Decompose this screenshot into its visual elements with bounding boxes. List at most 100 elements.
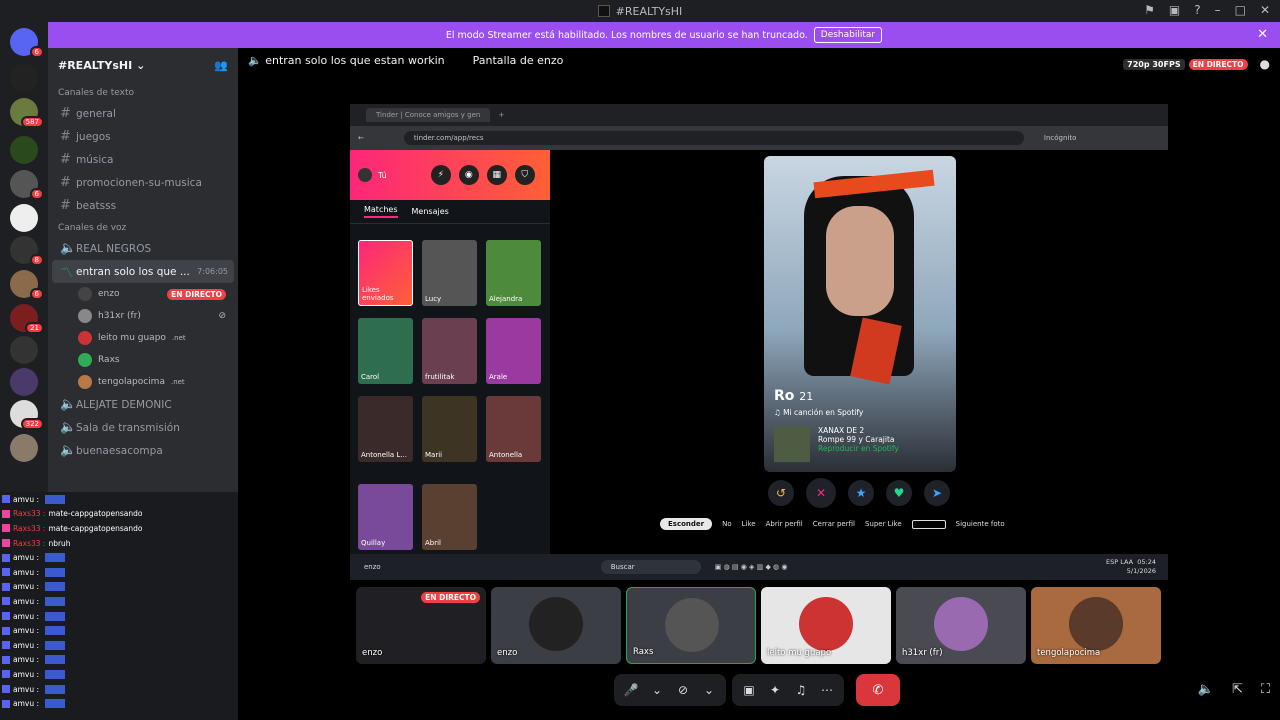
server-icon[interactable]: 6 xyxy=(10,170,44,200)
participant-tile[interactable]: enzo xyxy=(491,587,621,664)
voice-active-icon: 〽 xyxy=(60,266,74,281)
platform-icon xyxy=(2,524,10,533)
volume-icon[interactable]: 🔈 xyxy=(1198,682,1214,697)
voice-channel-alejate[interactable]: 🔈 ALEJATE DEMONIC xyxy=(48,393,238,416)
avatar xyxy=(78,331,92,345)
server-icon[interactable] xyxy=(10,136,38,164)
profile-card: Ro 21 ♫ Mi canción en Spotify XANAX DE 2… xyxy=(764,156,956,472)
server-icon[interactable]: 6 xyxy=(10,270,44,300)
window-titlebar: #REALTYsHI ⚑ ▣ ? – □ ✕ xyxy=(0,0,1280,22)
match-tile: Carol xyxy=(358,318,413,384)
chat-line: amvu : xyxy=(0,638,238,653)
channel-beatsss[interactable]: # beatsss xyxy=(48,194,238,217)
server-icon[interactable]: 8 xyxy=(10,236,44,266)
maximize-button[interactable]: □ xyxy=(1235,3,1246,17)
chat-username: amvu : xyxy=(13,669,40,679)
voice-channel-active[interactable]: 〽 entran solo los que ... 7:06:05 xyxy=(52,260,234,283)
speaker-icon: 🔈 xyxy=(60,397,77,412)
streamer-mode-banner: El modo Streamer está habilitado. Los no… xyxy=(48,22,1280,48)
avatar xyxy=(78,287,92,301)
browser-urlbar: ← tinder.com/app/recs Incógnito xyxy=(350,126,1168,150)
voice-channel-sala[interactable]: 🔈 Sala de transmisión xyxy=(48,416,238,439)
fullscreen-icon[interactable]: ⛶ xyxy=(1261,682,1270,697)
channel-juegos[interactable]: # juegos xyxy=(48,125,238,148)
participant-tile[interactable]: Raxs xyxy=(626,587,756,664)
activities-icon[interactable]: ✦ xyxy=(764,683,786,697)
close-window-button[interactable]: ✕ xyxy=(1260,3,1270,17)
help-icon[interactable]: ? xyxy=(1194,3,1200,17)
avatar xyxy=(358,168,372,182)
category-voice[interactable]: Canales de voz xyxy=(48,217,238,237)
avatar xyxy=(799,597,853,651)
disable-streamer-button[interactable]: Deshabilitar xyxy=(813,27,883,43)
screen-icon[interactable]: ▣ xyxy=(1169,3,1180,17)
screen-share-icon[interactable]: ▣ xyxy=(738,683,760,697)
tinder-sidebar: Tú ⚡ ◉ ▦ ⛉ Matches Mensajes Likes enviad… xyxy=(350,150,550,554)
server-icon[interactable]: 322 xyxy=(10,400,44,430)
avatar xyxy=(78,353,92,367)
voice-user[interactable]: enzo EN DIRECTO xyxy=(48,283,238,305)
channel-general[interactable]: # general xyxy=(48,102,238,125)
channel-musica[interactable]: # música xyxy=(48,148,238,171)
spotify-song: XANAX DE 2 Rompe 99 y Carajita Reproducir … xyxy=(774,426,899,462)
chat-icon[interactable]: ● xyxy=(1260,57,1270,71)
chat-line: amvu : xyxy=(0,492,238,507)
popout-icon[interactable]: ⇱ xyxy=(1232,682,1243,697)
more-icon[interactable]: ⋯ xyxy=(816,683,838,697)
server-icon[interactable] xyxy=(10,336,38,364)
channel-promocionen[interactable]: # promocionen-su-musica xyxy=(48,171,238,194)
server-icon[interactable] xyxy=(10,368,38,396)
hash-icon: # xyxy=(60,175,71,190)
like-icon: ♥ xyxy=(886,480,912,506)
emote-image xyxy=(45,596,66,606)
server-icon[interactable] xyxy=(10,434,38,462)
chevron-down-icon[interactable]: ⌄ xyxy=(646,683,668,697)
voice-channel-real-negros[interactable]: 🔈 REAL NEGROS xyxy=(48,237,238,260)
server-icon[interactable]: 587 xyxy=(10,98,44,128)
quality-badge: 720p 30FPS xyxy=(1123,58,1185,70)
speaker-icon: 🔈 xyxy=(60,420,77,435)
likes-tile: Likes enviados xyxy=(358,240,413,306)
tinder-main: Ro 21 ♫ Mi canción en Spotify XANAX DE 2… xyxy=(550,150,1168,554)
profile-name: Ro 21 xyxy=(774,388,814,404)
channel-sidebar: #REALTYsHI ⌄ 👥 Canales de texto # general… xyxy=(48,48,238,494)
participant-tile[interactable]: tengolapocima xyxy=(1031,587,1161,664)
guild-header[interactable]: #REALTYsHI ⌄ 👥 xyxy=(48,48,238,82)
chat-username: Raxs33 : xyxy=(13,523,46,533)
voice-channel-buenaesa[interactable]: 🔈 buenaesacompa xyxy=(48,439,238,462)
add-member-icon[interactable]: 👥 xyxy=(214,59,228,72)
emote-image xyxy=(45,553,66,563)
avatar xyxy=(78,375,92,389)
participant-tile[interactable]: leito mu guapo xyxy=(761,587,891,664)
microphone-icon[interactable]: 🎤 xyxy=(620,683,642,697)
shared-screen[interactable]: Tinder | Conoce amigos y gen + ← tinder.… xyxy=(350,104,1168,580)
user-label: Tú xyxy=(378,170,387,180)
disconnect-button[interactable]: ✆ xyxy=(856,674,900,706)
voice-user[interactable]: h31xr (fr) ⊘ xyxy=(48,305,238,327)
shield-icon: ⛉ xyxy=(514,165,535,185)
voice-user[interactable]: leito mu guapo .net xyxy=(48,327,238,349)
platform-icon xyxy=(2,612,10,621)
close-icon[interactable]: ✕ xyxy=(1257,27,1268,42)
tinder-tabs: Matches Mensajes xyxy=(350,200,550,224)
camera-off-icon[interactable]: ⊘ xyxy=(672,683,694,697)
minimize-button[interactable]: – xyxy=(1215,3,1221,17)
emote-image xyxy=(45,582,66,592)
category-text[interactable]: Canales de texto xyxy=(48,82,238,102)
soundboard-icon[interactable]: ♫ xyxy=(790,683,812,697)
avatar xyxy=(529,597,583,651)
chat-message: mate-cappgatopensando xyxy=(48,509,143,519)
participant-tile[interactable]: h31xr (fr) xyxy=(896,587,1026,664)
chevron-down-icon[interactable]: ⌄ xyxy=(698,683,720,697)
server-icon[interactable] xyxy=(10,64,38,92)
server-icon[interactable]: 21 xyxy=(10,304,44,334)
participant-tile[interactable]: EN DIRECTO enzo xyxy=(356,587,486,664)
inbox-icon[interactable]: ⚑ xyxy=(1144,3,1155,17)
platform-icon xyxy=(2,655,10,664)
voice-user[interactable]: Raxs xyxy=(48,349,238,371)
voice-user[interactable]: tengolapocima .net xyxy=(48,371,238,393)
discord-home-icon[interactable]: 6 xyxy=(10,28,44,58)
server-icon[interactable] xyxy=(10,204,38,232)
tinder-actions: ↺ ✕ ★ ♥ ➤ xyxy=(768,478,950,508)
participant-tiles: EN DIRECTO enzo enzo Raxs leito mu guapo… xyxy=(356,587,1161,664)
